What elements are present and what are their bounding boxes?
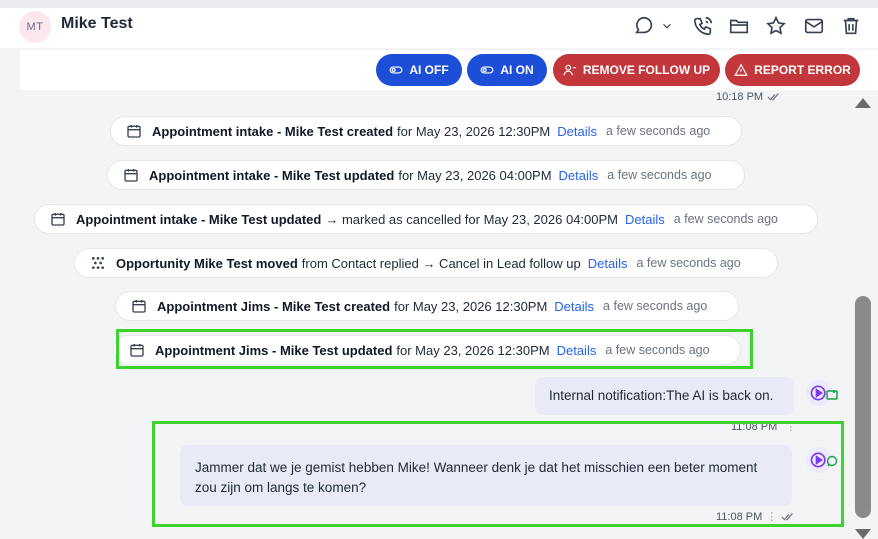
highlight-box bbox=[116, 329, 753, 369]
details-link[interactable]: Details bbox=[588, 256, 628, 271]
timeline-event: Opportunity Mike Test moved from Contact… bbox=[74, 248, 778, 278]
remove-follow-up-button[interactable]: REMOVE FOLLOW UP bbox=[553, 54, 720, 86]
calendar-icon bbox=[123, 166, 141, 184]
event-time: a few seconds ago bbox=[673, 212, 778, 226]
remove-user-icon bbox=[563, 64, 576, 76]
conversation-header: MT Mike Test bbox=[0, 8, 878, 48]
event-time: a few seconds ago bbox=[603, 299, 708, 313]
internal-notification-bubble: Internal notification:The AI is back on. bbox=[535, 377, 794, 415]
calendar-icon bbox=[126, 122, 144, 140]
ai-off-button[interactable]: AI OFF bbox=[376, 54, 462, 86]
phone-icon[interactable] bbox=[690, 13, 716, 39]
calendar-icon bbox=[50, 210, 68, 228]
report-error-button[interactable]: REPORT ERROR bbox=[725, 54, 860, 86]
scrollbar-thumb[interactable] bbox=[855, 296, 871, 518]
ai-on-button[interactable]: AI ON bbox=[467, 54, 547, 86]
timeline-event: Appointment Jims - Mike Test created for… bbox=[115, 291, 739, 321]
details-link[interactable]: Details bbox=[559, 168, 599, 183]
action-bar: AI OFF AI ON REMOVE FOLLOW UP REPORT ERR… bbox=[20, 50, 878, 90]
notification-text: Internal notification:The AI is back on. bbox=[549, 388, 774, 403]
highlight-box bbox=[152, 421, 844, 527]
scroll-down-arrow[interactable] bbox=[855, 529, 871, 539]
toggle-off-icon bbox=[389, 66, 403, 74]
details-link[interactable]: Details bbox=[554, 299, 594, 314]
event-time: a few seconds ago bbox=[605, 124, 711, 138]
toggle-on-icon bbox=[480, 66, 494, 74]
message-time: 10:18 PM bbox=[716, 91, 764, 103]
event-title: Appointment intake - Mike Test created bbox=[152, 123, 394, 139]
event-time: a few seconds ago bbox=[607, 168, 712, 182]
timeline-event: Appointment intake - Mike Test updated →… bbox=[34, 204, 818, 234]
folder-icon[interactable] bbox=[726, 13, 752, 39]
event-description: → marked as cancelled for May 23, 2026 0… bbox=[325, 211, 618, 227]
event-title: Appointment intake - Mike Test updated bbox=[149, 167, 395, 183]
ai-on-label: AI ON bbox=[500, 63, 534, 77]
event-title: Appointment Jims - Mike Test created bbox=[157, 298, 391, 314]
remove-follow-up-label: REMOVE FOLLOW UP bbox=[582, 63, 711, 77]
event-description: for May 23, 2026 12:30PM bbox=[397, 123, 551, 139]
event-description: for May 23, 2026 04:00PM bbox=[398, 167, 552, 183]
timeline-event: Appointment intake - Mike Test updated f… bbox=[107, 160, 745, 190]
details-link[interactable]: Details bbox=[625, 212, 665, 227]
details-link[interactable]: Details bbox=[557, 124, 597, 139]
pipeline-icon bbox=[90, 254, 108, 272]
trash-icon[interactable] bbox=[838, 13, 864, 39]
chat-bubble-icon[interactable] bbox=[631, 13, 657, 39]
chevron-down-icon[interactable] bbox=[659, 13, 675, 39]
scroll-up-arrow[interactable] bbox=[855, 98, 871, 108]
calendar-icon bbox=[131, 297, 149, 315]
message-meta: 10:18 PM bbox=[716, 91, 781, 103]
event-description: from Contact replied → Cancel in Lead fo… bbox=[301, 255, 581, 271]
contact-name[interactable]: Mike Test bbox=[61, 15, 133, 33]
warning-icon bbox=[734, 63, 748, 76]
internal-note-icon bbox=[826, 390, 838, 400]
event-title: Appointment intake - Mike Test updated bbox=[76, 211, 322, 227]
window-top-strip bbox=[0, 0, 878, 8]
double-check-icon bbox=[767, 93, 779, 101]
ai-off-label: AI OFF bbox=[409, 63, 449, 77]
avatar[interactable]: MT bbox=[19, 11, 51, 43]
star-icon[interactable] bbox=[763, 13, 789, 39]
event-time: a few seconds ago bbox=[636, 256, 741, 270]
report-error-label: REPORT ERROR bbox=[754, 63, 851, 77]
event-title: Opportunity Mike Test moved bbox=[116, 255, 298, 271]
timeline-event: Appointment intake - Mike Test created f… bbox=[110, 116, 742, 146]
mail-icon[interactable] bbox=[801, 13, 827, 39]
event-description: for May 23, 2026 12:30PM bbox=[394, 298, 548, 314]
